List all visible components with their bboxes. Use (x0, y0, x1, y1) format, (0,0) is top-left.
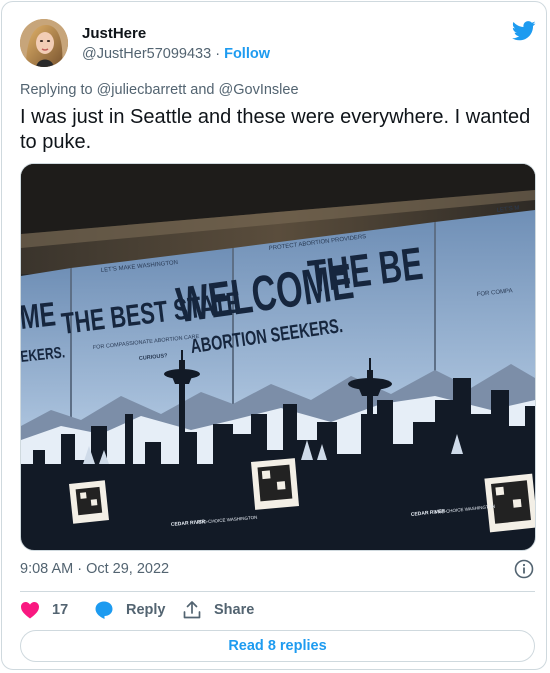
share-label: Share (214, 602, 255, 618)
separator-dot: · (215, 46, 225, 62)
author-name[interactable]: JustHere (82, 25, 146, 42)
avatar-image (20, 19, 68, 67)
follow-button[interactable]: Follow (224, 46, 270, 62)
qr-code (484, 473, 535, 533)
tweet-card: JustHere @JustHer57099433 · Follow Reply… (1, 1, 547, 670)
replying-to-line: Replying to @juliecbarrett and @GovInsle… (20, 82, 299, 98)
twitter-bird-icon[interactable] (512, 21, 536, 41)
reply-button[interactable]: Reply (94, 599, 166, 621)
read-replies-button[interactable]: Read 8 replies (20, 630, 535, 662)
info-icon[interactable] (514, 559, 534, 579)
tweet-text: I was just in Seattle and these were eve… (20, 106, 531, 153)
share-upload-icon (183, 601, 201, 619)
share-button[interactable]: Share (182, 599, 254, 621)
author-handle[interactable]: @JustHer57099433 (82, 46, 211, 62)
reply-bubble-icon (95, 601, 113, 619)
divider (20, 591, 535, 592)
like-button[interactable]: 17 (20, 599, 68, 621)
tweet-photo[interactable]: LET'S MAKE WASHINGTON THE BEST STATE FOR… (20, 163, 536, 551)
qr-code (69, 480, 109, 524)
posters-photo: LET'S MAKE WASHINGTON THE BEST STATE FOR… (21, 164, 535, 550)
author-handle-row: @JustHer57099433 · Follow (82, 46, 270, 62)
mention-link[interactable]: @GovInslee (219, 82, 299, 98)
author-avatar[interactable] (20, 19, 68, 67)
replying-prefix: Replying to (20, 82, 93, 98)
mention-link[interactable]: @juliecbarrett (97, 82, 187, 98)
like-count: 17 (52, 602, 69, 618)
heart-icon (21, 602, 39, 619)
poster-0-headline-1: ME (21, 295, 57, 337)
tweet-timestamp[interactable]: 9:08 AM · Oct 29, 2022 (20, 561, 169, 577)
replying-conjunction: and (190, 82, 215, 98)
qr-code (250, 458, 300, 510)
reply-label: Reply (126, 602, 166, 618)
